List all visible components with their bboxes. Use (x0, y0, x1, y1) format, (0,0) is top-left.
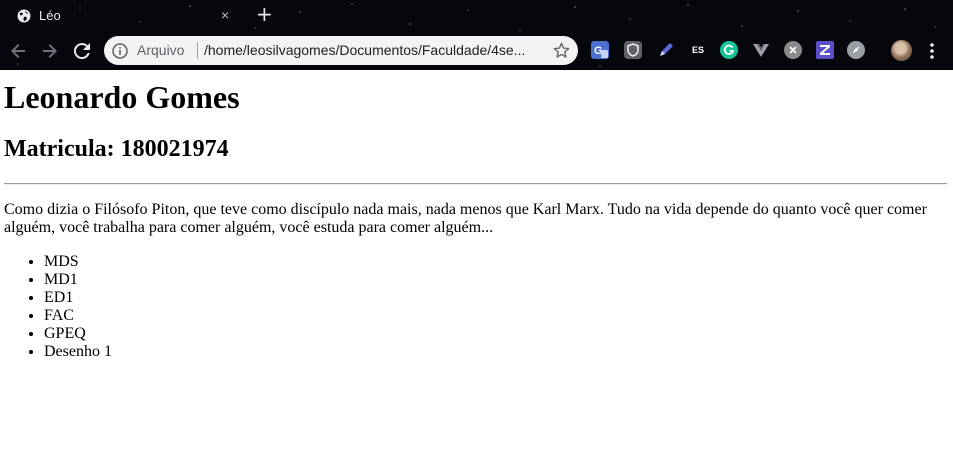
profile-avatar[interactable] (891, 40, 912, 61)
x-extension-icon[interactable] (784, 41, 802, 59)
list-item: ED1 (44, 289, 112, 307)
forward-icon[interactable] (38, 39, 62, 63)
horizontal-rule (4, 183, 947, 185)
tab-title: Léo (39, 8, 61, 23)
url-text[interactable]: /home/leosilvagomes/Documentos/Faculdade… (204, 42, 542, 58)
browser-toolbar: Arquivo /home/leosilvagomes/Documentos/F… (0, 34, 953, 68)
address-bar-divider (197, 42, 198, 59)
more-menu-icon[interactable] (924, 40, 940, 62)
shield-extension-icon[interactable] (624, 41, 642, 59)
list-item: GPEQ (44, 325, 112, 343)
grammarly-extension-icon[interactable] (720, 41, 738, 59)
quote-paragraph: Como dizia o Filósofo Piton, que teve co… (4, 201, 927, 236)
zotero-extension-icon[interactable] (816, 41, 834, 59)
browser-chrome: Léo × + Arquivo /home/leosilvagomes/Docu… (0, 0, 953, 70)
vue-devtools-extension-icon[interactable] (752, 41, 770, 59)
security-chip-label[interactable]: Arquivo (137, 42, 184, 58)
student-id-heading: Matricula: 180021974 (4, 136, 229, 162)
compass-extension-icon[interactable] (847, 41, 865, 59)
list-item: FAC (44, 307, 112, 325)
es-extension-icon[interactable]: ES (689, 41, 707, 59)
subjects-list: MDS MD1 ED1 FAC GPEQ Desenho 1 (44, 253, 112, 361)
info-icon[interactable] (112, 43, 128, 59)
list-item: MDS (44, 253, 112, 271)
list-item: Desenho 1 (44, 343, 112, 361)
new-tab-icon[interactable]: + (256, 3, 273, 25)
address-bar[interactable]: Arquivo /home/leosilvagomes/Documentos/F… (104, 36, 578, 65)
pen-extension-icon[interactable] (657, 41, 675, 59)
translate-extension-icon[interactable]: G (591, 41, 609, 59)
page-content: Leonardo Gomes Matricula: 180021974 Como… (0, 70, 953, 454)
page-heading: Leonardo Gomes (4, 79, 240, 115)
browser-tab[interactable]: Léo × (8, 2, 244, 30)
globe-icon (17, 9, 31, 23)
tab-close-icon[interactable]: × (221, 7, 229, 23)
list-item: MD1 (44, 271, 112, 289)
bookmark-star-icon[interactable] (552, 41, 571, 60)
back-icon[interactable] (6, 39, 30, 63)
reload-icon[interactable] (70, 39, 94, 63)
